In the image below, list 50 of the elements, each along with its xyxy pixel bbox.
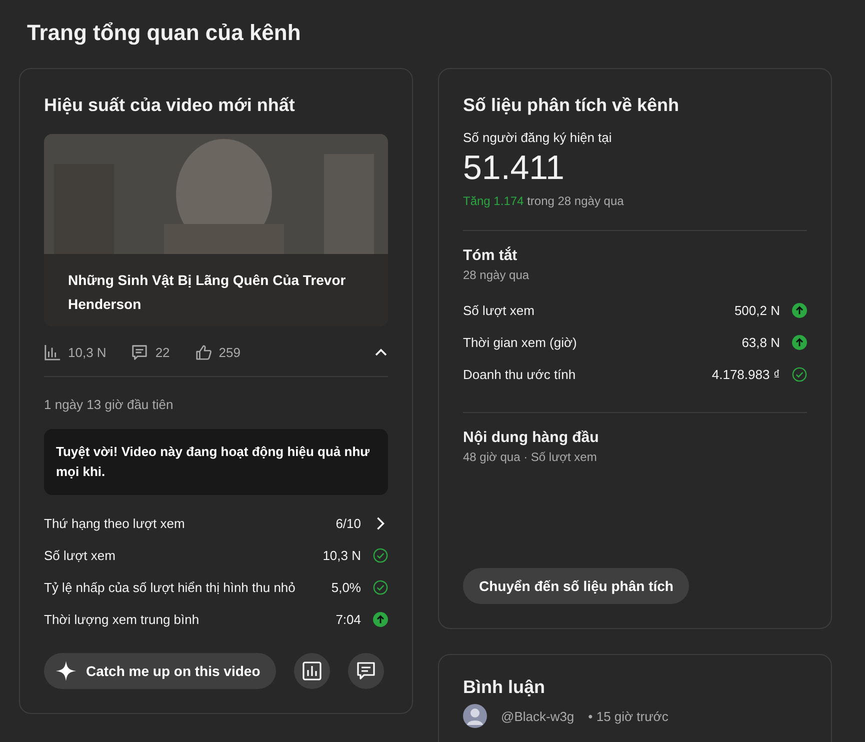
change-period: trong 28 ngày qua (527, 194, 624, 208)
metric-value: 5,0% (331, 580, 361, 594)
performance-message: Tuyệt vời! Video này đang hoạt động hiệu quả như mọi khi. (44, 429, 388, 495)
check-circle-icon (373, 580, 388, 594)
section-title: Nội dung hàng đầu (463, 429, 600, 446)
avatar-icon (463, 704, 487, 728)
metric-value: 500,2 N (734, 302, 780, 318)
section-period: 28 ngày qua (463, 268, 530, 282)
metric-value: 6/10 (336, 516, 361, 530)
comment-time: • 15 giờ trước (588, 708, 668, 724)
comment-icon (356, 661, 376, 681)
subscriber-change: Tăng 1.174 (463, 194, 524, 208)
metric-value: 10,3 N (322, 548, 361, 562)
metric-value: 4.178.983 ₫ (712, 366, 780, 382)
stat-value: 10,3 N (68, 344, 106, 360)
metric-label: Thời lượng xem trung bình (44, 612, 200, 626)
section-period: 48 giờ qua · Số lượt xem (463, 450, 598, 464)
catch-up-button[interactable]: Catch me up on this video (44, 653, 276, 689)
arrow-up-circle-icon (792, 302, 807, 318)
card-title: Bình luận (463, 677, 546, 698)
arrow-up-circle-icon (792, 334, 807, 350)
analytics-button[interactable] (294, 653, 330, 689)
metric-value: 7:04 (336, 612, 361, 626)
metric-label: Số lượt xem (44, 548, 116, 562)
arrow-up-circle-icon (373, 612, 388, 626)
comment-author[interactable]: @Black-w3g (501, 708, 574, 724)
card-title: Số liệu phân tích về kênh (463, 95, 680, 116)
metric-value: 63,8 N (742, 334, 780, 350)
metric-label: Thứ hạng theo lượt xem (44, 516, 185, 530)
analytics-icon (302, 661, 322, 681)
subscribers-label: Số người đăng ký hiện tại (463, 130, 613, 145)
subscriber-count: 51.411 (463, 149, 566, 188)
check-circle-icon (373, 548, 388, 562)
stat-value: 22 (155, 344, 170, 360)
analytics-link-button[interactable]: Chuyển đến số liệu phân tích (463, 568, 690, 604)
comments-button[interactable] (348, 653, 384, 689)
stat-value: 259 (218, 344, 240, 360)
check-circle-icon (792, 366, 807, 382)
period-label: 1 ngày 13 giờ đầu tiên (44, 397, 174, 412)
metric-label: Số lượt xem (463, 302, 534, 318)
metric-label: Doanh thu ước tính (463, 366, 576, 382)
section-title: Tóm tắt (463, 247, 518, 264)
sparkle-icon (56, 661, 76, 681)
card-title: Hiệu suất của video mới nhất (44, 95, 296, 116)
metric-label: Thời gian xem (giờ) (463, 334, 577, 350)
thumbs-up-icon (194, 344, 212, 360)
bar-chart-icon (44, 344, 61, 360)
comment-icon (131, 344, 148, 360)
page-title: Trang tổng quan của kênh (27, 20, 302, 46)
metric-label: Tỷ lệ nhấp của số lượt hiển thị hình thu nhỏ (44, 580, 296, 594)
